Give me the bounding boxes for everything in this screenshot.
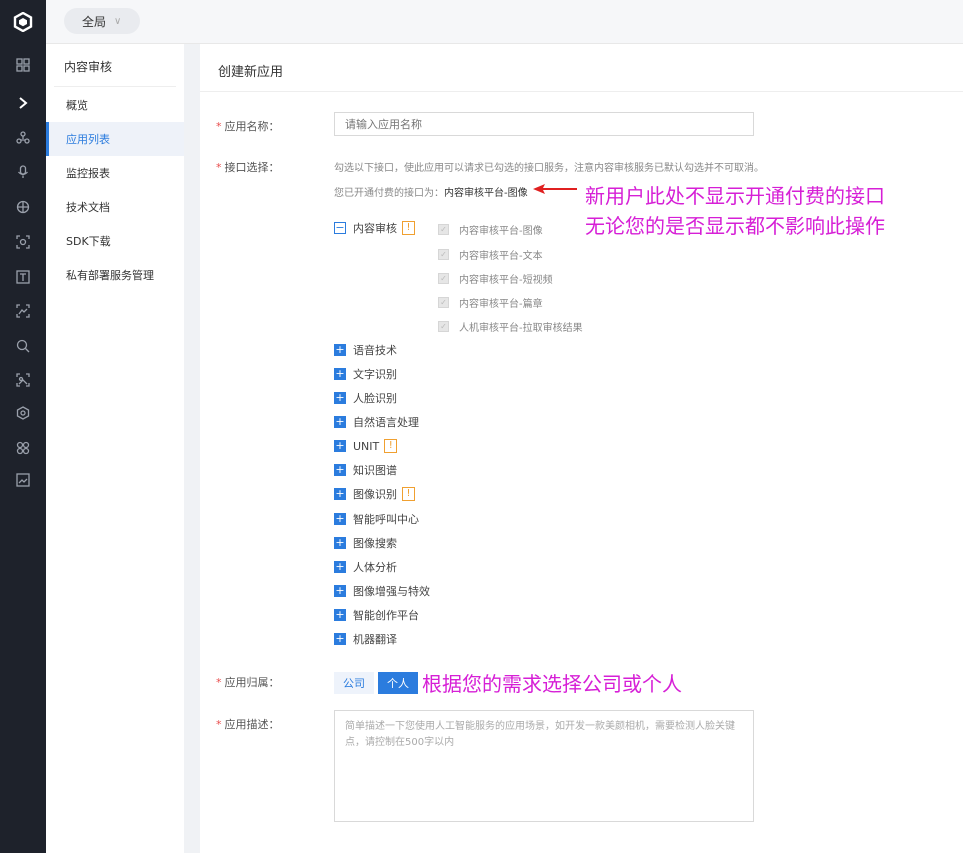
tree-group-knowledge-graph[interactable]: + 知识图谱: [334, 462, 397, 478]
page-title: 创建新应用: [218, 65, 284, 80]
gutter: [184, 44, 200, 853]
apps-icon[interactable]: [0, 433, 46, 463]
expand-icon[interactable]: +: [334, 368, 346, 380]
scope-label: 全局: [82, 14, 107, 29]
tree-group-content-moderation[interactable]: − 内容审核 !: [334, 220, 415, 236]
expand-icon[interactable]: +: [334, 416, 346, 428]
annotation-line3: 根据您的需求选择公司或个人: [422, 672, 682, 696]
opened-paid-api: 您已开通付费的接口为：内容审核平台-图像: [334, 188, 528, 199]
expand-icon[interactable]: +: [334, 537, 346, 549]
sidebar-item-overview[interactable]: 概览: [46, 88, 184, 122]
checkbox-checked-icon[interactable]: ✓: [438, 320, 449, 332]
api-select-label: * 接口选择：: [216, 161, 280, 174]
page-header: 创建新应用: [200, 44, 963, 92]
tree-group-unit[interactable]: + UNIT!: [334, 438, 398, 454]
annotation-line2: 无论您的是否显示都不影响此操作: [585, 214, 885, 238]
expand-icon[interactable]: +: [334, 488, 346, 500]
warning-icon: !: [384, 439, 398, 453]
api-checkbox-row[interactable]: ✓ 内容审核平台-短视频: [438, 270, 553, 286]
image-icon[interactable]: [0, 296, 46, 326]
app-description-textarea[interactable]: 简单描述一下您使用人工智能服务的应用场景，如开发一款美颜相机，需要检测人脸关键点…: [334, 710, 754, 822]
owner-personal-option[interactable]: 个人: [378, 672, 418, 694]
divider: [54, 86, 176, 87]
owner-company-option[interactable]: 公司: [334, 672, 374, 694]
image2-icon[interactable]: [0, 365, 46, 395]
app-window: 全局 ∨ 内容审核 概览 应用列表 监控报表 技术文档 SDK下载 私有部署服务…: [0, 0, 963, 853]
checkbox-checked-icon[interactable]: ✓: [438, 248, 449, 260]
tree-group-image-search[interactable]: + 图像搜索: [334, 535, 397, 551]
expand-icon[interactable]: +: [334, 513, 346, 525]
sidebar-item-docs[interactable]: 技术文档: [46, 190, 184, 224]
tree-group-translation[interactable]: + 机器翻译: [334, 631, 397, 647]
app-name-input[interactable]: [334, 112, 754, 136]
tree-group-body-analysis[interactable]: + 人体分析: [334, 559, 397, 575]
checkbox-checked-icon[interactable]: ✓: [438, 223, 449, 235]
scope-selector[interactable]: 全局 ∨: [64, 8, 140, 34]
api-note: 勾选以下接口，使此应用可以请求已勾选的接口服务，注意内容审核服务已默认勾选并不可…: [334, 163, 764, 174]
expand-icon[interactable]: +: [334, 464, 346, 476]
grid-icon[interactable]: [0, 50, 46, 80]
globe-icon[interactable]: [0, 192, 46, 222]
sidebar-title: 内容审核: [64, 60, 113, 74]
gear-icon[interactable]: [0, 398, 46, 428]
sidebar-item-sdk[interactable]: SDK下载: [46, 224, 184, 258]
tree-group-nlp[interactable]: + 自然语言处理: [334, 414, 419, 430]
chevron-down-icon: ∨: [114, 15, 122, 27]
main-content: 创建新应用 *应用名称： *接口选择： 勾选以下接口，使此应用可以请求已勾选的接…: [200, 44, 963, 853]
desc-label: * 应用描述：: [216, 718, 280, 731]
collapse-icon[interactable]: −: [334, 222, 346, 234]
api-checkbox-row[interactable]: ✓ 内容审核平台-图像: [438, 221, 543, 237]
mic-icon[interactable]: [0, 157, 46, 187]
expand-icon[interactable]: +: [334, 585, 346, 597]
warning-icon: !: [402, 487, 415, 501]
expand-icon[interactable]: +: [334, 344, 346, 356]
api-checkbox-row[interactable]: ✓ 内容审核平台-篇章: [438, 294, 543, 310]
photo-icon[interactable]: [0, 465, 46, 495]
sidebar-item-app-list[interactable]: 应用列表: [46, 122, 184, 156]
api-checkbox-row[interactable]: ✓ 内容审核平台-文本: [438, 246, 543, 262]
warning-icon: !: [402, 221, 415, 235]
api-checkbox-row[interactable]: ✓ 人机审核平台-拉取审核结果: [438, 318, 583, 334]
expand-icon[interactable]: +: [334, 440, 346, 452]
chevron-right-icon[interactable]: [0, 88, 46, 118]
logo-icon[interactable]: [0, 0, 46, 44]
top-bar: 全局 ∨: [46, 0, 963, 44]
checkbox-checked-icon[interactable]: ✓: [438, 272, 449, 284]
search-icon[interactable]: [0, 331, 46, 361]
product-sidebar: 内容审核 概览 应用列表 监控报表 技术文档 SDK下载 私有部署服务管理: [46, 44, 184, 853]
checkbox-checked-icon[interactable]: ✓: [438, 296, 449, 308]
app-name-label: * 应用名称：: [216, 120, 280, 133]
tree-group-image-recognition[interactable]: + 图像识别!: [334, 486, 415, 502]
expand-icon[interactable]: +: [334, 609, 346, 621]
nodes-icon[interactable]: [0, 123, 46, 153]
tree-group-creation[interactable]: + 智能创作平台: [334, 607, 419, 623]
expand-icon[interactable]: +: [334, 561, 346, 573]
tree-group-face[interactable]: + 人脸识别: [334, 390, 397, 406]
tree-group-image-enhance[interactable]: + 图像增强与特效: [334, 583, 430, 599]
sidebar-item-monitoring[interactable]: 监控报表: [46, 156, 184, 190]
tree-group-speech[interactable]: + 语音技术: [334, 342, 397, 358]
annotation-line1: 新用户此处不显示开通付费的接口: [585, 184, 885, 208]
expand-icon[interactable]: +: [334, 633, 346, 645]
owner-label: * 应用归属：: [216, 676, 280, 689]
tree-group-ocr[interactable]: + 文字识别: [334, 366, 397, 382]
sidebar-item-private-deploy[interactable]: 私有部署服务管理: [46, 258, 184, 292]
text-icon[interactable]: [0, 262, 46, 292]
face-scan-icon[interactable]: [0, 227, 46, 257]
icon-rail: [0, 0, 46, 853]
tree-group-call-center[interactable]: + 智能呼叫中心: [334, 511, 419, 527]
arrow-annotation: [533, 184, 577, 194]
expand-icon[interactable]: +: [334, 392, 346, 404]
